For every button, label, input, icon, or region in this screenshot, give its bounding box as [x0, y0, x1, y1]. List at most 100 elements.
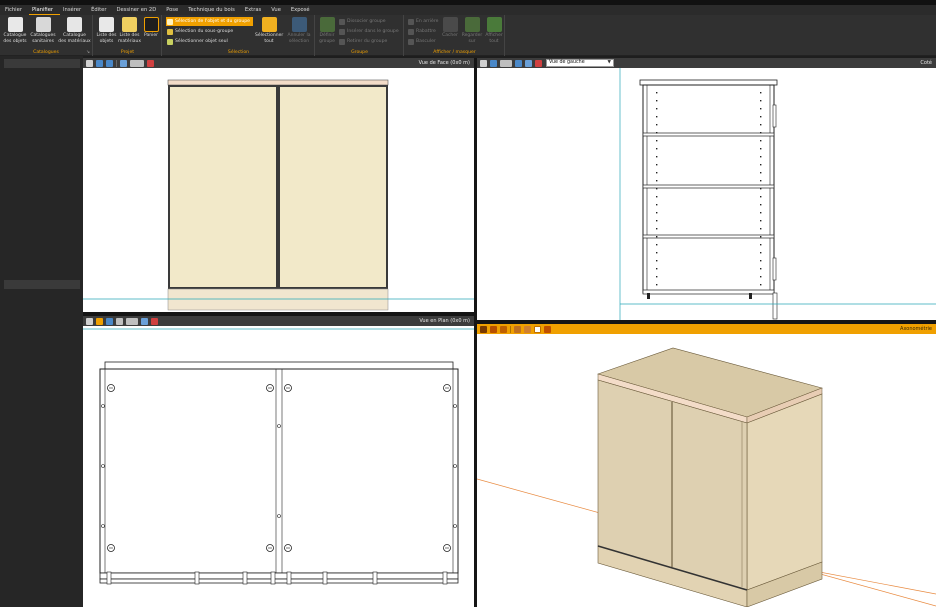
shelf-pin-hole [656, 172, 658, 174]
display-toggle-icon[interactable] [126, 317, 138, 325]
display-toggle-icon[interactable] [500, 59, 512, 67]
shelf-pin-hole [760, 268, 762, 270]
define-group-icon [319, 17, 335, 32]
layer-icon[interactable] [141, 317, 148, 325]
viewport-right-horizontal-splitter[interactable] [477, 320, 936, 324]
objects-catalogue-button[interactable]: Catalogue des objets [2, 17, 28, 44]
render-icon[interactable] [500, 325, 507, 333]
sanitary-catalogue-button[interactable]: Catalogues sanitaires [29, 17, 57, 44]
left-panel-header [4, 59, 80, 68]
materials-catalogue-button[interactable]: Catalogue des matériaux [58, 17, 91, 44]
right-door [280, 87, 386, 287]
snap-icon[interactable] [96, 317, 103, 325]
zoom-icon[interactable] [86, 59, 93, 67]
remove-from-group-option[interactable]: Retirer du groupe [338, 37, 390, 46]
viewport-plan[interactable]: Vue en Plan (0x0 m) [83, 316, 474, 607]
layer-icon[interactable] [120, 59, 127, 67]
color-icon[interactable] [535, 59, 542, 67]
viewport-front[interactable]: Vue de Face (0x0 m) [83, 58, 474, 312]
viewport-vertical-splitter[interactable] [474, 58, 477, 607]
select-all-button[interactable]: Sélectionner tout [255, 17, 283, 44]
define-group-button[interactable]: Définir groupe [317, 17, 337, 44]
plan-back-panel [104, 361, 454, 370]
select-object-only-option[interactable]: Sélectionner objet seul [166, 37, 231, 46]
display-toggle-icon[interactable] [534, 325, 541, 333]
plan-carcass [99, 368, 459, 574]
materials-list-button[interactable]: Liste des matériaux [118, 17, 141, 44]
side-carcass [642, 84, 775, 294]
shelf-pin-hole [656, 140, 658, 142]
send-back-option[interactable]: En arrière [407, 17, 442, 26]
menu-inserer[interactable]: Insérer [60, 5, 88, 15]
ribbon-group-selection: Sélection de l'objet et du groupe Sélect… [163, 15, 315, 56]
shelf-pin-hole [656, 244, 658, 246]
show-all-button[interactable]: Afficher tout [484, 17, 504, 44]
viewport-iso[interactable]: Axonométrie [477, 324, 936, 607]
left-door [170, 87, 276, 287]
dissolve-group-option[interactable]: Dissocier groupe [338, 17, 389, 26]
catalogues-launcher-icon[interactable]: ↘ [86, 50, 90, 55]
shelf-pin-hole [760, 164, 762, 166]
shelf-pin-hole [656, 260, 658, 262]
select-object-group-option[interactable]: Sélection de l'objet et du groupe [166, 17, 254, 26]
menu-expose[interactable]: Exposé [288, 5, 317, 15]
menu-technique-bois[interactable]: Technique du bois [185, 5, 242, 15]
flip-option[interactable]: Basculer [407, 37, 439, 46]
objects-list-button[interactable]: Liste des objets [96, 17, 117, 44]
viewport-left-horizontal-splitter[interactable] [83, 312, 474, 316]
viewport-plan-canvas[interactable] [83, 326, 474, 607]
shelf-pin-marker [277, 514, 281, 518]
layer-icon[interactable] [525, 59, 532, 67]
shelf-pin-marker [101, 464, 105, 468]
shelf-pin-marker [101, 404, 105, 408]
menu-planifier[interactable]: Planifier [28, 6, 61, 15]
shelf-pin-hole [760, 236, 762, 238]
color-icon[interactable] [151, 317, 158, 325]
render-icon[interactable] [106, 59, 113, 67]
viewport-iso-canvas[interactable] [477, 334, 936, 607]
plan-door-front [99, 572, 459, 580]
shelf-pin-hole [760, 116, 762, 118]
rotate-icon[interactable] [490, 325, 497, 333]
cart-button[interactable]: Panier [142, 17, 160, 38]
view-mode-icon[interactable] [96, 59, 103, 67]
side-top [639, 79, 778, 86]
zoom-icon[interactable] [480, 325, 487, 333]
shelf-pin-hole [760, 220, 762, 222]
zoom-icon[interactable] [480, 59, 487, 67]
hide-button[interactable]: Cacher [441, 17, 459, 38]
viewport-left[interactable]: Vue de gauche ▼ Coté [477, 58, 936, 320]
viewport-left-canvas[interactable] [477, 68, 936, 320]
menu-extras[interactable]: Extras [242, 5, 268, 15]
render-icon[interactable] [515, 59, 522, 67]
look-at-button[interactable]: Regarder sur [461, 17, 483, 44]
view-direction-select[interactable]: Vue de gauche ▼ [546, 59, 614, 67]
menu-dessiner-2d[interactable]: Dessiner en 2D [113, 5, 163, 15]
cabinet-top-panel [167, 79, 389, 86]
display-toggle-icon[interactable] [130, 59, 144, 67]
layer-icon[interactable] [514, 325, 521, 333]
menu-vue[interactable]: Vue [268, 5, 288, 15]
color-icon[interactable] [544, 325, 551, 333]
camera-icon[interactable] [116, 317, 123, 325]
select-subgroup-option[interactable]: Sélection du sous-groupe [166, 27, 236, 36]
camera-icon[interactable] [524, 325, 531, 333]
insert-in-group-option[interactable]: Insérer dans le groupe [338, 27, 402, 36]
color-icon[interactable] [147, 59, 154, 67]
view-mode-icon[interactable] [490, 59, 497, 67]
cancel-selection-button[interactable]: Annuler la sélection [285, 17, 313, 44]
fold-option[interactable]: Rabattre [407, 27, 439, 36]
left-view-drawing [619, 68, 936, 320]
shelf-pin-hole [656, 100, 658, 102]
flip-icon [408, 38, 414, 45]
cabinet-plinth [167, 288, 389, 311]
menu-fichier[interactable]: Fichier [2, 5, 29, 15]
menu-editer[interactable]: Éditer [88, 5, 113, 15]
app-window: Fichier Planifier Insérer Éditer Dessine… [0, 0, 936, 607]
view-mode-icon[interactable] [106, 317, 113, 325]
shelf-pin-hole [656, 108, 658, 110]
viewport-front-canvas[interactable] [83, 68, 474, 312]
door-edge [772, 292, 778, 320]
menu-pose[interactable]: Pose [163, 5, 185, 15]
zoom-icon[interactable] [86, 317, 93, 325]
